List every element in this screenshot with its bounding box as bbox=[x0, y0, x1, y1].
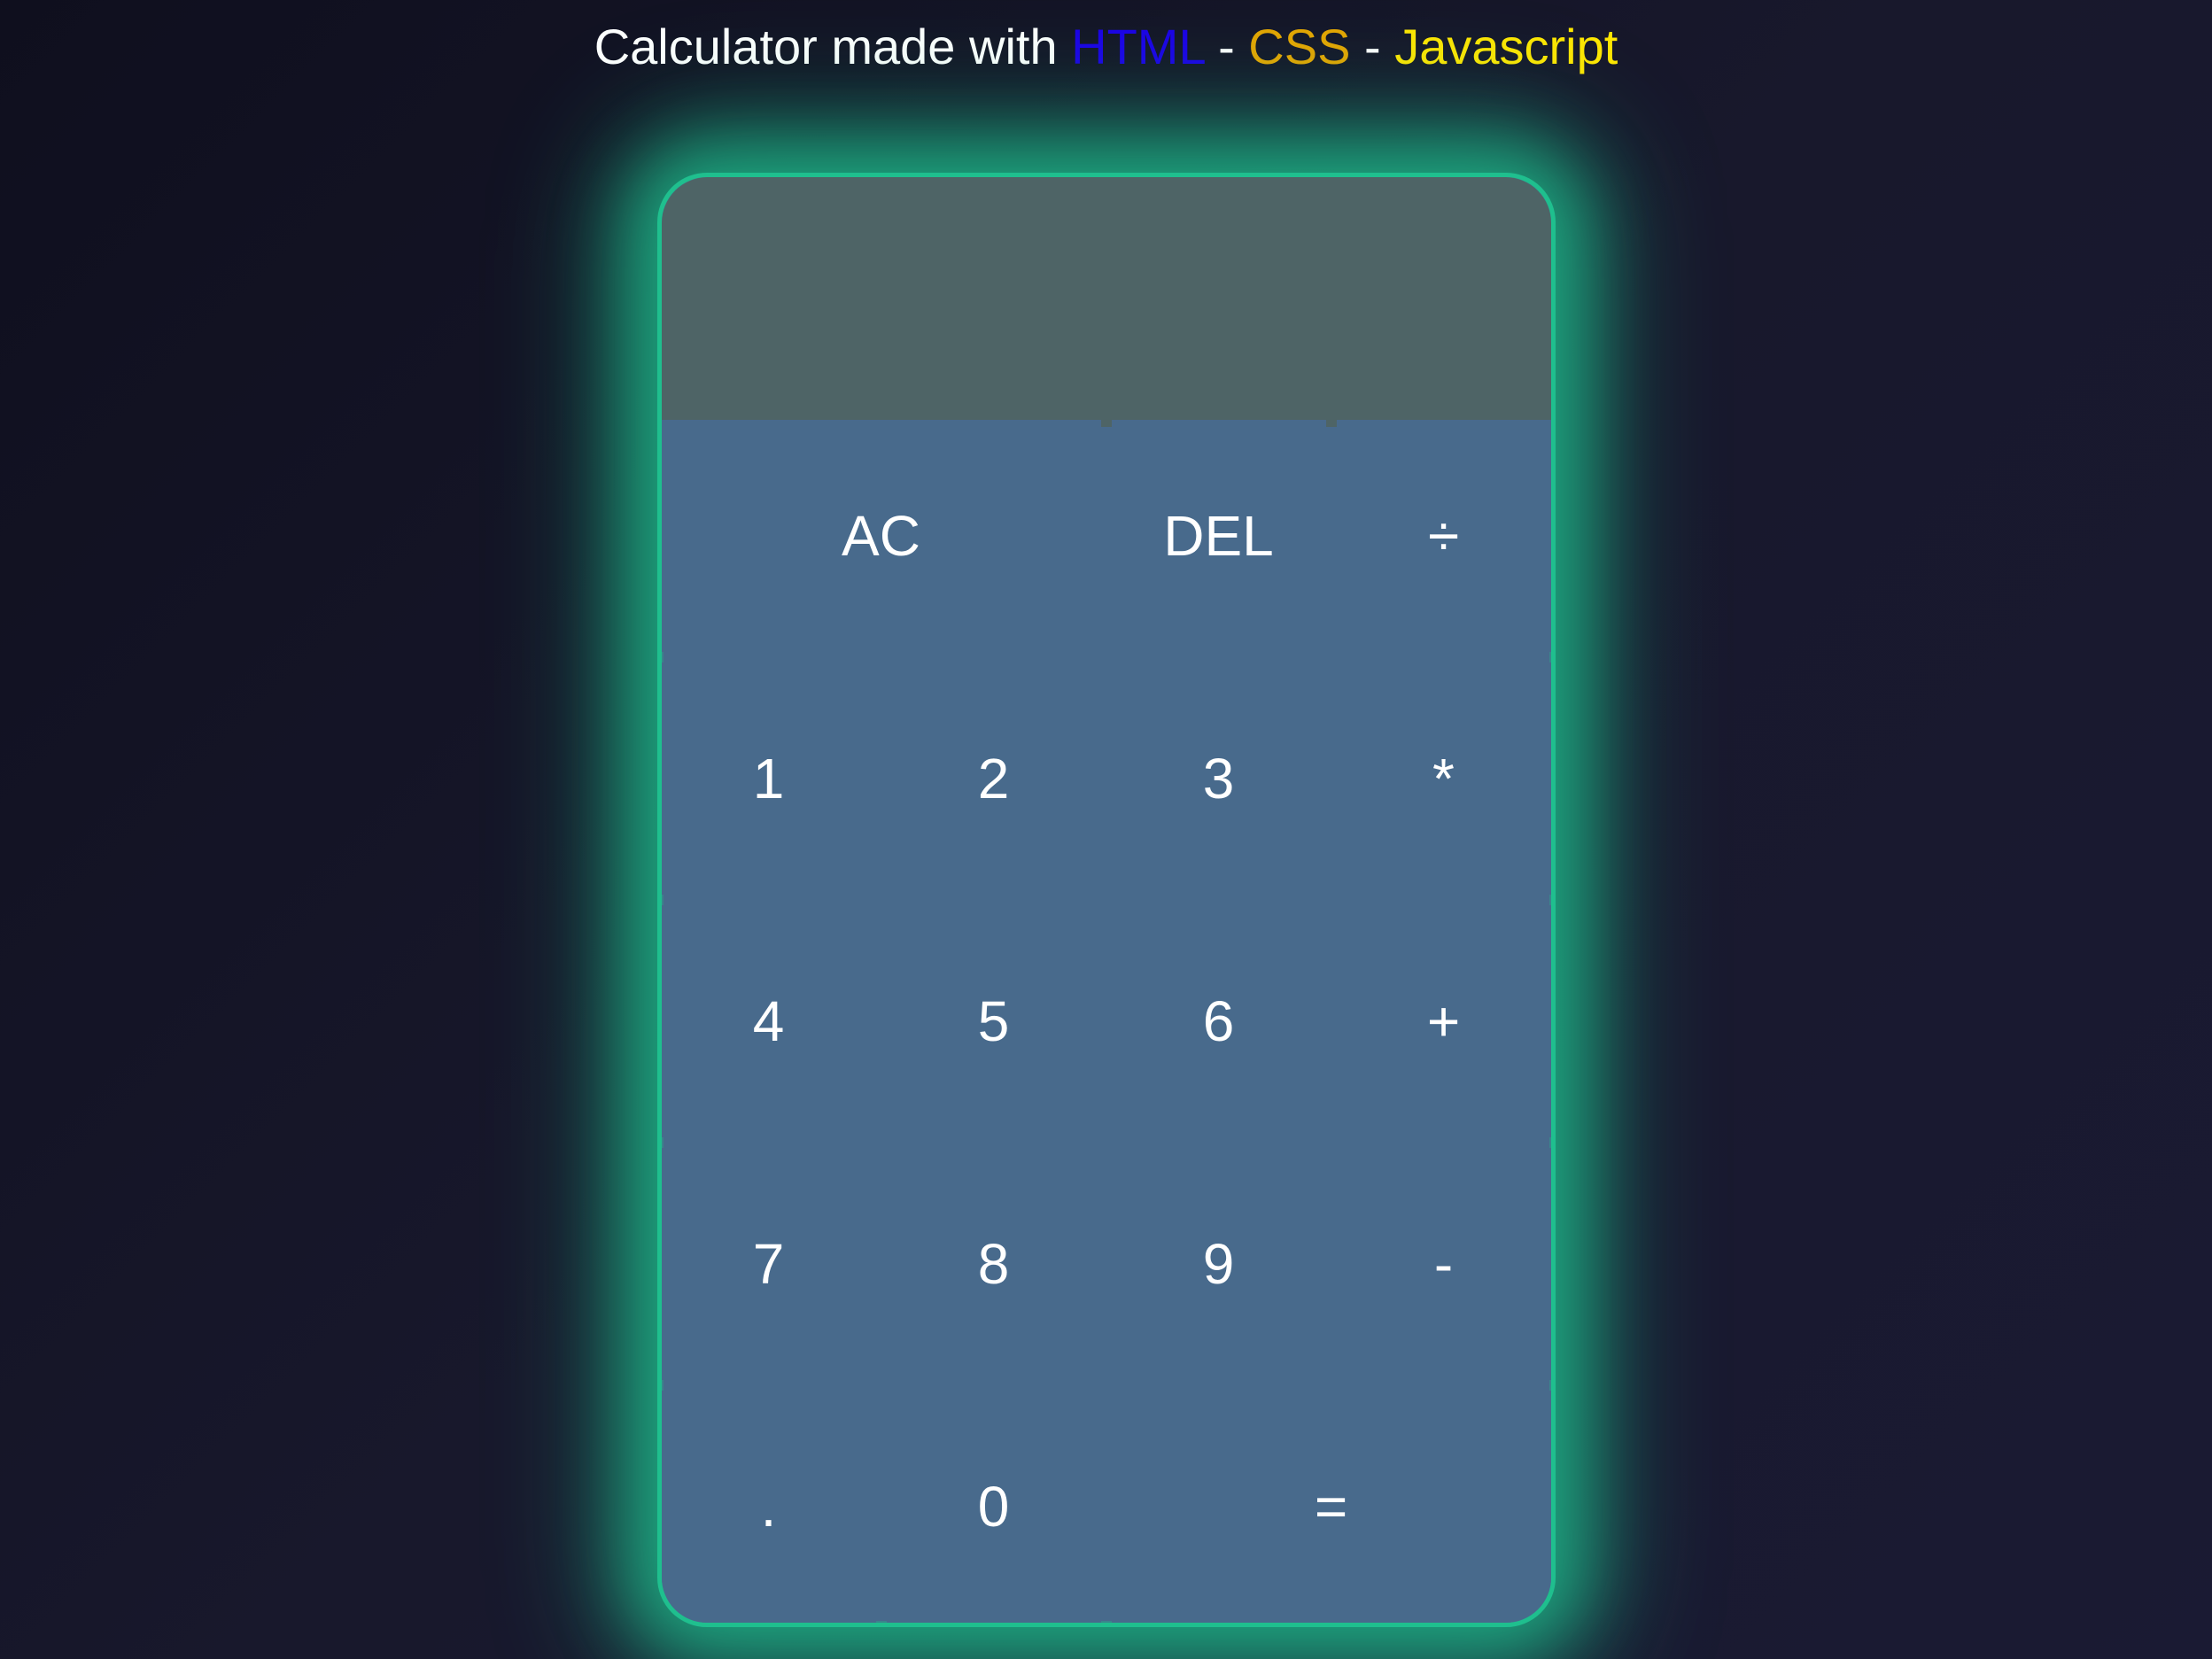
number-7-button[interactable]: 7 bbox=[662, 1148, 876, 1380]
number-3-button[interactable]: 3 bbox=[1112, 663, 1326, 895]
title-css-word: CSS bbox=[1248, 19, 1350, 74]
minus-button[interactable]: - bbox=[1337, 1148, 1551, 1380]
title-js-word: Javascript bbox=[1394, 19, 1618, 74]
number-1-button[interactable]: 1 bbox=[662, 663, 876, 895]
number-0-button[interactable]: 0 bbox=[887, 1391, 1101, 1623]
plus-button[interactable]: + bbox=[1337, 905, 1551, 1137]
number-6-button[interactable]: 6 bbox=[1112, 905, 1326, 1137]
divide-button[interactable]: ÷ bbox=[1337, 420, 1551, 652]
number-2-button[interactable]: 2 bbox=[887, 663, 1101, 895]
page-title: Calculator made with HTML - CSS - Javasc… bbox=[594, 18, 1618, 75]
calculator-display bbox=[662, 177, 1551, 427]
multiply-button[interactable]: * bbox=[1337, 663, 1551, 895]
number-5-button[interactable]: 5 bbox=[887, 905, 1101, 1137]
delete-button[interactable]: DEL bbox=[1112, 420, 1326, 652]
number-4-button[interactable]: 4 bbox=[662, 905, 876, 1137]
number-8-button[interactable]: 8 bbox=[887, 1148, 1101, 1380]
title-sep-2: - bbox=[1350, 19, 1394, 74]
calculator-wrapper: AC DEL ÷ 1 2 3 * 4 5 6 + 7 8 9 - . 0 = bbox=[657, 173, 1556, 1627]
decimal-button[interactable]: . bbox=[662, 1391, 876, 1623]
title-sep-1: - bbox=[1205, 19, 1249, 74]
all-clear-button[interactable]: AC bbox=[662, 420, 1101, 652]
number-9-button[interactable]: 9 bbox=[1112, 1148, 1326, 1380]
title-prefix: Calculator made with bbox=[594, 19, 1071, 74]
title-html-word: HTML bbox=[1071, 19, 1204, 74]
equals-button[interactable]: = bbox=[1112, 1391, 1551, 1623]
calculator: AC DEL ÷ 1 2 3 * 4 5 6 + 7 8 9 - . 0 = bbox=[657, 173, 1556, 1627]
